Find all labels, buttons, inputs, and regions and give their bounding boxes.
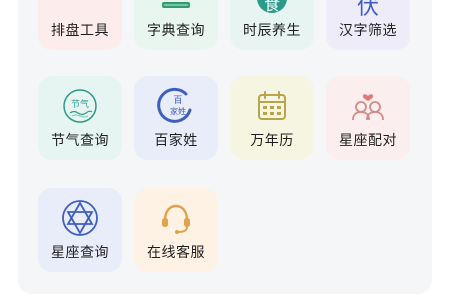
tool-hanzi[interactable]: 伏 汉字筛选 <box>326 0 410 50</box>
calendar-icon <box>230 86 314 126</box>
tool-label: 万年历 <box>250 133 294 149</box>
tool-label: 节气查询 <box>51 133 109 149</box>
svg-text:食: 食 <box>264 0 280 14</box>
tool-customer-service[interactable]: 在线客服 <box>134 188 218 272</box>
tool-paipan[interactable]: 排盘工具 <box>38 0 122 50</box>
bagua-icon <box>38 0 122 16</box>
tool-label: 字典查询 <box>147 23 205 39</box>
surname-circle-icon: 百 家姓 <box>134 86 218 126</box>
svg-text:节气: 节气 <box>71 98 89 110</box>
headset-icon <box>134 198 218 238</box>
svg-text:百: 百 <box>173 95 182 106</box>
tool-label: 汉字筛选 <box>339 23 397 39</box>
hexagram-star-icon <box>38 198 122 238</box>
tool-jieqi[interactable]: 节气 节气查询 <box>38 76 122 160</box>
tool-constellation-query[interactable]: 星座查询 <box>38 188 122 272</box>
tools-panel: 排盘工具 字典查询 食 时辰养生 伏 汉字筛选 节气 节气查询 百 家姓 百家姓… <box>18 0 432 294</box>
couple-heart-icon <box>326 86 410 126</box>
tool-label: 星座配对 <box>339 133 397 149</box>
tool-label: 在线客服 <box>147 245 205 261</box>
svg-text:家姓: 家姓 <box>170 106 186 116</box>
solar-term-badge-icon: 节气 <box>38 86 122 126</box>
tool-calendar[interactable]: 万年历 <box>230 76 314 160</box>
seal-character-icon: 食 <box>230 0 314 16</box>
tool-label: 排盘工具 <box>51 23 109 39</box>
tool-shichen[interactable]: 食 时辰养生 <box>230 0 314 50</box>
tool-constellation-match[interactable]: 星座配对 <box>326 76 410 160</box>
book-icon <box>134 0 218 16</box>
svg-text:伏: 伏 <box>357 0 379 16</box>
calligraphy-icon: 伏 <box>326 0 410 16</box>
tool-label: 时辰养生 <box>243 23 301 39</box>
tool-label: 百家姓 <box>154 133 198 149</box>
tool-dictionary[interactable]: 字典查询 <box>134 0 218 50</box>
tool-baijiaxing[interactable]: 百 家姓 百家姓 <box>134 76 218 160</box>
tool-label: 星座查询 <box>51 245 109 261</box>
